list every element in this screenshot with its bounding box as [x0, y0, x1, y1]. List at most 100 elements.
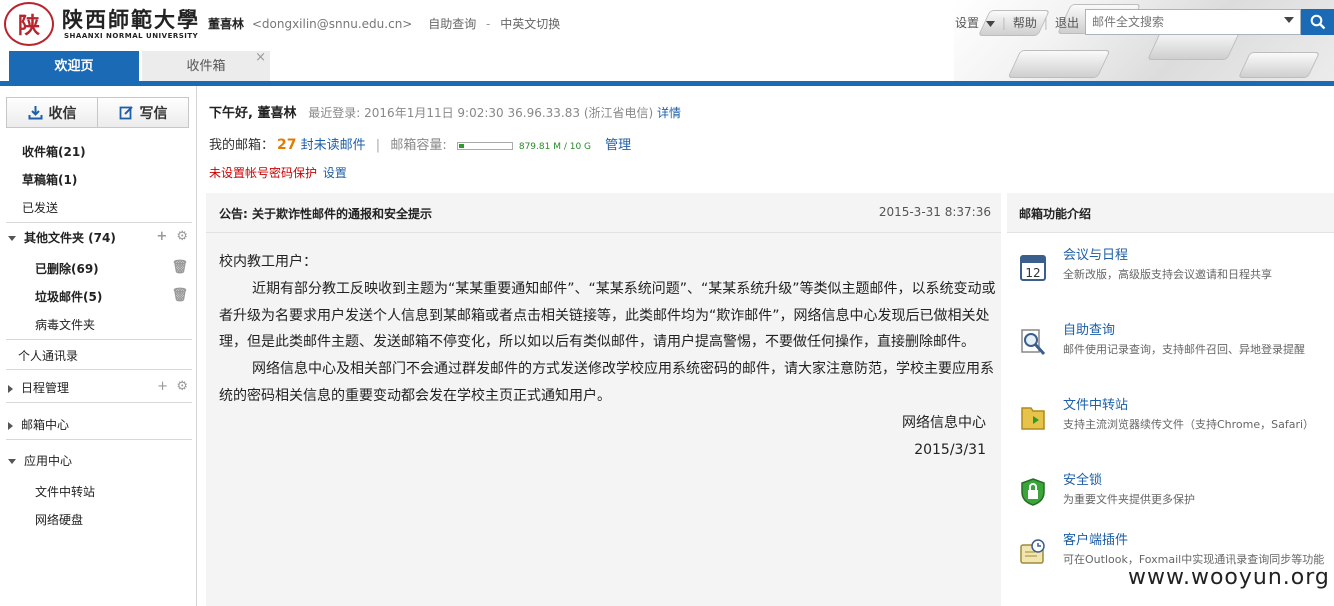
folder-sent[interactable]: 已发送 — [0, 199, 196, 216]
notice-paragraph: 近期有部分教工反映收到主题为“某某重要通知邮件”、“某某系统问题”、“某某系统升… — [219, 280, 996, 351]
selfquery-link[interactable]: 自助查询 — [428, 17, 476, 31]
unread-count[interactable]: 27 — [277, 137, 296, 153]
app-center-section[interactable]: 应用中心 — [0, 452, 196, 469]
folder-virus[interactable]: 病毒文件夹 — [0, 316, 196, 333]
tab-inbox-label: 收件箱 — [186, 59, 226, 74]
manage-link[interactable]: 管理 — [605, 138, 631, 153]
add-icon[interactable]: + — [157, 379, 168, 394]
expand-triangle-icon[interactable] — [8, 384, 13, 393]
security-warning: 未设置帐号密码保护 设置 — [209, 164, 347, 181]
unread-link[interactable]: 封未读邮件 — [301, 138, 366, 153]
feature-title[interactable]: 会议与日程 — [1063, 244, 1128, 263]
mail-action-buttons: 收信 写信 — [6, 97, 189, 128]
link-separator: - — [486, 17, 491, 31]
features-title: 邮箱功能介绍 — [1019, 207, 1092, 221]
feature-title[interactable]: 文件中转站 — [1063, 394, 1128, 413]
capacity-text: 879.81 M / 10 G — [518, 142, 592, 152]
tab-inbox[interactable]: 收件箱 × — [142, 50, 270, 82]
folder-icon — [1021, 407, 1045, 430]
compose-button[interactable]: 写信 — [97, 98, 188, 127]
app-center-label: 应用中心 — [24, 454, 73, 468]
feature-title[interactable]: 客户端插件 — [1063, 529, 1128, 548]
main-content: 下午好, 董喜林 最近登录: 2016年1月11日 9:02:30 36.96.… — [198, 86, 1334, 606]
receive-label: 收信 — [48, 105, 77, 122]
file-transfer-link[interactable]: 文件中转站 — [0, 483, 196, 500]
folder-deleted[interactable]: 已删除(69) 🗑 — [0, 260, 196, 277]
folder-drafts[interactable]: 草稿箱(1) — [0, 171, 196, 188]
gear-icon[interactable]: ⚙ — [176, 379, 188, 394]
folder-spam[interactable]: 垃圾邮件(5) 🗑 — [0, 288, 196, 305]
mailbox-center-section[interactable]: 邮箱中心 — [0, 416, 196, 433]
language-switch-link[interactable]: 中英文切换 — [500, 17, 560, 31]
university-logo[interactable]: 陕 陕西師範大學 SHAANXI NORMAL UNIVERSITY — [4, 2, 198, 46]
folder-inbox[interactable]: 收件箱(21) — [0, 143, 196, 160]
feature-title[interactable]: 安全锁 — [1063, 469, 1102, 488]
notice-title[interactable]: 公告: 关于欺诈性邮件的通报和安全提示 — [219, 205, 432, 222]
calendar-tools: + ⚙ — [157, 379, 188, 394]
search-scope-dropdown-icon[interactable] — [1284, 17, 1294, 23]
tab-welcome[interactable]: 欢迎页 — [9, 51, 139, 82]
settings-menu[interactable]: 设置 — [955, 14, 995, 31]
user-bar: 董喜林 <dongxilin@snnu.edu.cn> 自助查询 - 中英文切换 — [208, 15, 560, 32]
trash-icon[interactable]: 🗑 — [171, 288, 188, 303]
watermark: www.wooyun.org — [1128, 565, 1330, 590]
settings-label: 设置 — [955, 16, 980, 30]
seal-icon: 陕 — [4, 2, 54, 46]
user-name: 董喜林 — [208, 17, 245, 31]
trash-icon[interactable]: 🗑 — [171, 260, 188, 275]
sidebar: 收信 写信 收件箱(21) 草稿箱(1) 已发送 其他文件夹 (74) + ⚙ … — [0, 86, 197, 606]
search-icon — [1310, 14, 1325, 30]
compose-icon — [119, 106, 133, 120]
greeting-line: 下午好, 董喜林 最近登录: 2016年1月11日 9:02:30 36.96.… — [209, 102, 681, 121]
calendar-section-label: 日程管理 — [21, 381, 70, 395]
greeting: 下午好, 董喜林 — [209, 106, 297, 121]
search-input[interactable] — [1086, 10, 1276, 34]
mailbox-center-label: 邮箱中心 — [21, 418, 70, 432]
expand-triangle-icon[interactable] — [8, 236, 16, 241]
features-header: 邮箱功能介绍 — [1007, 193, 1334, 233]
expand-triangle-icon[interactable] — [8, 421, 13, 430]
notice-date: 2015-3-31 8:37:36 — [878, 205, 991, 219]
feature-title[interactable]: 自助查询 — [1063, 319, 1115, 338]
expand-triangle-icon[interactable] — [8, 459, 16, 464]
last-login: 最近登录: 2016年1月11日 9:02:30 36.96.33.83 (浙江… — [308, 106, 654, 120]
compose-label: 写信 — [139, 105, 168, 122]
sidebar-divider — [6, 369, 192, 370]
search-button[interactable] — [1301, 9, 1334, 35]
warning-settings-link[interactable]: 设置 — [323, 166, 347, 180]
sidebar-divider — [6, 339, 192, 340]
gear-icon[interactable]: ⚙ — [176, 229, 188, 244]
help-link[interactable]: 帮助 — [1013, 16, 1037, 30]
folder-other[interactable]: 其他文件夹 (74) + ⚙ — [0, 229, 196, 246]
calendar-icon: 12 — [1020, 255, 1046, 281]
feature-desc: 支持主流浏览器续传文件（支持Chrome，Safari） — [1063, 418, 1315, 431]
status-divider: | — [375, 138, 381, 153]
notice-salutation: 校内教工用户： — [219, 254, 317, 270]
folder-other-label: 其他文件夹 (74) — [24, 231, 116, 245]
calendar-section[interactable]: 日程管理 + ⚙ — [0, 379, 196, 396]
login-details-link[interactable]: 详情 — [657, 106, 681, 120]
capacity-bar — [456, 141, 513, 150]
features-panel: 邮箱功能介绍 12 会议与日程 全新改版，高级版支持会议邀请和日程共享 自助查询… — [1007, 193, 1334, 606]
mailbox-status: 我的邮箱： 27 封未读邮件 | 邮箱容量: 879.81 M / 10 G 管理 — [209, 134, 631, 153]
warning-text: 未设置帐号密码保护 — [209, 166, 318, 180]
capacity-bar-fill — [458, 143, 464, 148]
svg-text:12: 12 — [1025, 266, 1040, 280]
notice-panel: 公告: 关于欺诈性邮件的通报和安全提示 2015-3-31 8:37:36 校内… — [206, 193, 1001, 606]
notice-body: 校内教工用户： 近期有部分教工反映收到主题为“某某重要通知邮件”、“某某系统问题… — [219, 249, 997, 463]
logout-link[interactable]: 退出 — [1055, 16, 1079, 30]
network-disk-link[interactable]: 网络硬盘 — [0, 511, 196, 528]
close-icon[interactable]: × — [255, 42, 266, 73]
top-header: 陕 陕西師範大學 SHAANXI NORMAL UNIVERSITY 董喜林 <… — [0, 0, 1334, 86]
notice-header: 公告: 关于欺诈性邮件的通报和安全提示 2015-3-31 8:37:36 — [206, 193, 1001, 233]
notice-paragraph: 网络信息中心及相关部门不会通过群发邮件的方式发送修改学校应用系统密码的邮件，请大… — [219, 361, 994, 404]
top-right-links: 设置 | 帮助 | 退出 — [955, 14, 1079, 31]
download-icon — [28, 106, 42, 120]
chevron-down-icon — [985, 20, 995, 27]
folder-deleted-label: 已删除(69) — [35, 262, 99, 276]
receive-button[interactable]: 收信 — [7, 98, 97, 127]
notice-sign-date: 2015/3/31 — [914, 441, 986, 458]
add-icon[interactable]: + — [156, 229, 167, 244]
contacts-link[interactable]: 个人通讯录 — [0, 347, 196, 364]
plugin-icon — [1020, 539, 1045, 564]
